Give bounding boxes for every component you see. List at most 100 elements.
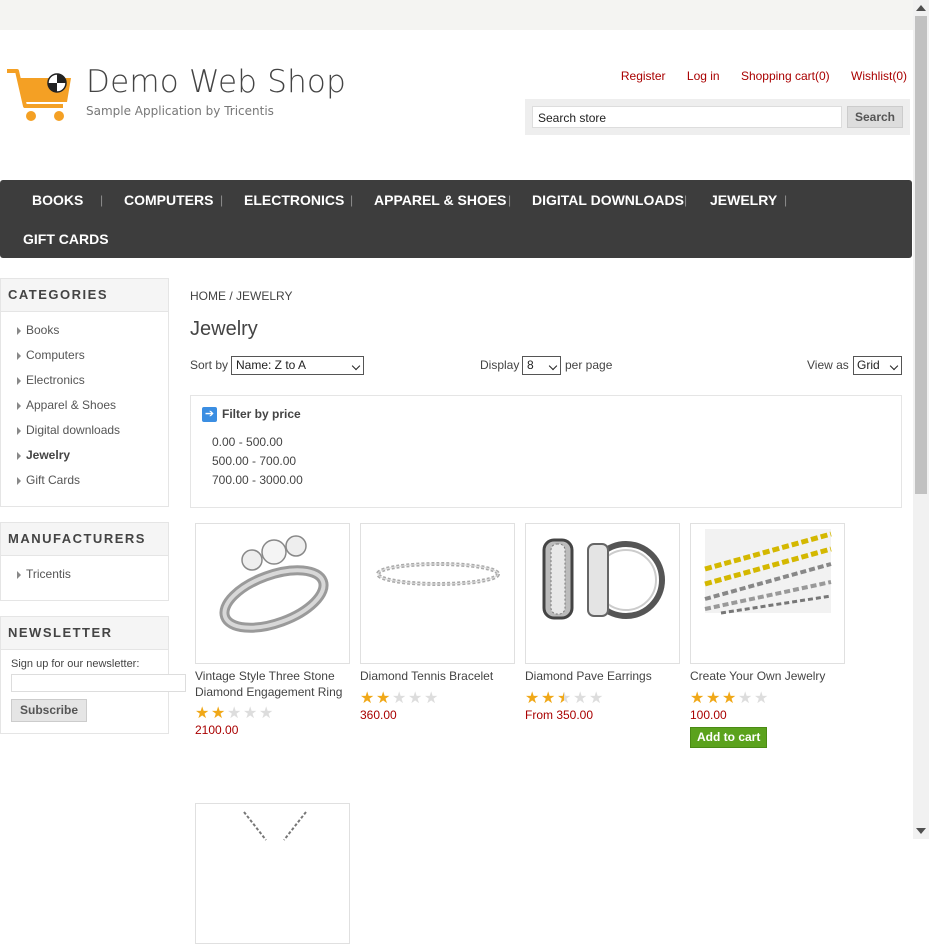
newsletter-block: NEWSLETTER Sign up for our newsletter: S… [0,616,186,734]
menu-item-apparel-shoes[interactable]: APPAREL & SHOES [374,192,507,208]
product-image[interactable] [195,523,350,664]
categories-block: CATEGORIES Books Computers Electronics A… [0,278,169,507]
menu-item-jewelry[interactable]: JEWELRY [710,192,777,208]
menu-separator: | [784,193,788,207]
price-filter-box: ➔ Filter by price 0.00 - 500.00 500.00 -… [190,395,902,508]
product-image[interactable] [690,523,845,664]
newsletter-label: Sign up for our newsletter: [11,658,140,670]
header-links: Register Log in Shopping cart(0) Wishlis… [603,69,907,83]
site-title[interactable]: Demo Web Shop [86,64,346,100]
chains-image-icon [704,529,832,615]
category-digital-downloads[interactable]: Digital downloads [1,418,168,443]
search-input[interactable]: Search store [532,106,842,128]
breadcrumb-separator: / [229,289,233,303]
triangle-right-icon [17,452,21,460]
browser-top-strip [0,0,913,30]
category-jewelry[interactable]: Jewelry [1,443,168,468]
star-icon: ★ [408,689,423,707]
chevron-down-icon [889,361,899,371]
chevron-down-icon [351,361,361,371]
search-button[interactable]: Search [847,106,903,128]
product-image[interactable] [525,523,680,664]
breadcrumb-home[interactable]: HOME [190,289,226,303]
product-card: Diamond Tennis Bracelet ★ ★ ★ ★ ★ 360.00 [360,523,515,722]
price-range-option[interactable]: 700.00 - 3000.00 [212,473,303,487]
login-link[interactable]: Log in [687,69,720,83]
filter-title: Filter by price [222,407,301,421]
star-icon: ★ [754,689,769,707]
product-price: 100.00 [690,707,727,722]
star-icon: ★ [376,689,391,707]
manufacturers-list: Tricentis [1,556,168,587]
menu-item-books[interactable]: BOOKS [32,192,83,208]
menu-separator: | [684,193,688,207]
wishlist-link[interactable]: Wishlist(0) [851,69,907,83]
triangle-right-icon [17,477,21,485]
register-link[interactable]: Register [621,69,666,83]
menu-item-digital-downloads[interactable]: DIGITAL DOWNLOADS [532,192,684,208]
star-icon: ★ [227,705,242,722]
menu-item-computers[interactable]: COMPUTERS [124,192,213,208]
star-icon: ★ [195,705,210,722]
price-range-option[interactable]: 500.00 - 700.00 [212,454,296,468]
triangle-right-icon [17,377,21,385]
earrings-image-icon [542,538,665,620]
product-title[interactable]: Diamond Tennis Bracelet [360,669,515,685]
menu-item-gift-cards[interactable]: GIFT CARDS [23,231,109,247]
shopping-cart-logo-icon[interactable] [5,66,73,124]
ring-image-icon [219,535,329,633]
product-card: Create Your Own Jewelry ★ ★ ★ ★ ★ 100.00 Add… [690,523,845,748]
price-range-option[interactable]: 0.00 - 500.00 [212,435,283,449]
star-icon: ★ [424,689,439,707]
newsletter-title: NEWSLETTER [1,617,168,650]
page-title: Jewelry [190,318,258,340]
category-apparel-shoes[interactable]: Apparel & Shoes [1,393,168,418]
triangle-right-icon [17,427,21,435]
top-menu: BOOKS | COMPUTERS | ELECTRONICS | APPARE… [0,180,912,258]
star-icon: ★ [243,705,258,722]
scroll-down-arrow-icon[interactable] [916,828,926,834]
category-electronics[interactable]: Electronics [1,368,168,393]
rating-stars: ★ ★ ★ ★ ★ [360,689,515,707]
breadcrumb-current: JEWELRY [236,289,293,303]
category-books[interactable]: Books [1,318,168,343]
breadcrumb: HOME / JEWELRY [190,289,293,303]
display-label: Display [480,358,520,372]
necklace-image-icon [243,811,307,841]
star-icon: ★ [259,705,274,722]
menu-separator: | [508,193,512,207]
scroll-up-arrow-icon[interactable] [916,5,926,11]
site-subtitle: Sample Application by Tricentis [86,104,274,118]
menu-item-electronics[interactable]: ELECTRONICS [244,192,344,208]
page-size-select[interactable]: 8 [522,356,561,375]
menu-separator: | [350,193,354,207]
categories-list: Books Computers Electronics Apparel & Sh… [1,312,168,493]
product-title[interactable]: Vintage Style Three Stone Diamond Engage… [195,669,350,700]
star-icon: ★ [541,689,556,707]
star-icon: ★ [589,689,604,707]
product-image[interactable] [195,803,350,944]
product-title[interactable]: Diamond Pave Earrings [525,669,680,685]
sort-label: Sort by [190,358,229,372]
scrollbar-thumb[interactable] [915,16,927,494]
subscribe-button[interactable]: Subscribe [11,699,88,722]
view-as-label: View as [807,358,849,372]
category-computers[interactable]: Computers [1,343,168,368]
shopping-cart-link[interactable]: Shopping cart(0) [741,69,830,83]
category-gift-cards[interactable]: Gift Cards [1,468,168,493]
newsletter-email-input[interactable] [11,674,186,692]
sort-select[interactable]: Name: Z to A [231,356,364,375]
add-to-cart-button[interactable]: Add to cart [690,726,768,748]
categories-title: CATEGORIES [1,279,168,312]
rating-stars: ★ ★ ★ ★ ★ [195,705,350,722]
product-image[interactable] [360,523,515,664]
product-price: 2100.00 [195,723,239,737]
star-icon: ★ [525,689,540,707]
view-mode-select[interactable]: Grid [853,356,902,375]
triangle-right-icon [17,352,21,360]
vertical-scrollbar[interactable] [913,0,929,839]
manufacturer-tricentis[interactable]: Tricentis [1,562,168,587]
triangle-right-icon [17,402,21,410]
menu-separator: | [220,193,224,207]
product-title[interactable]: Create Your Own Jewelry [690,669,845,685]
